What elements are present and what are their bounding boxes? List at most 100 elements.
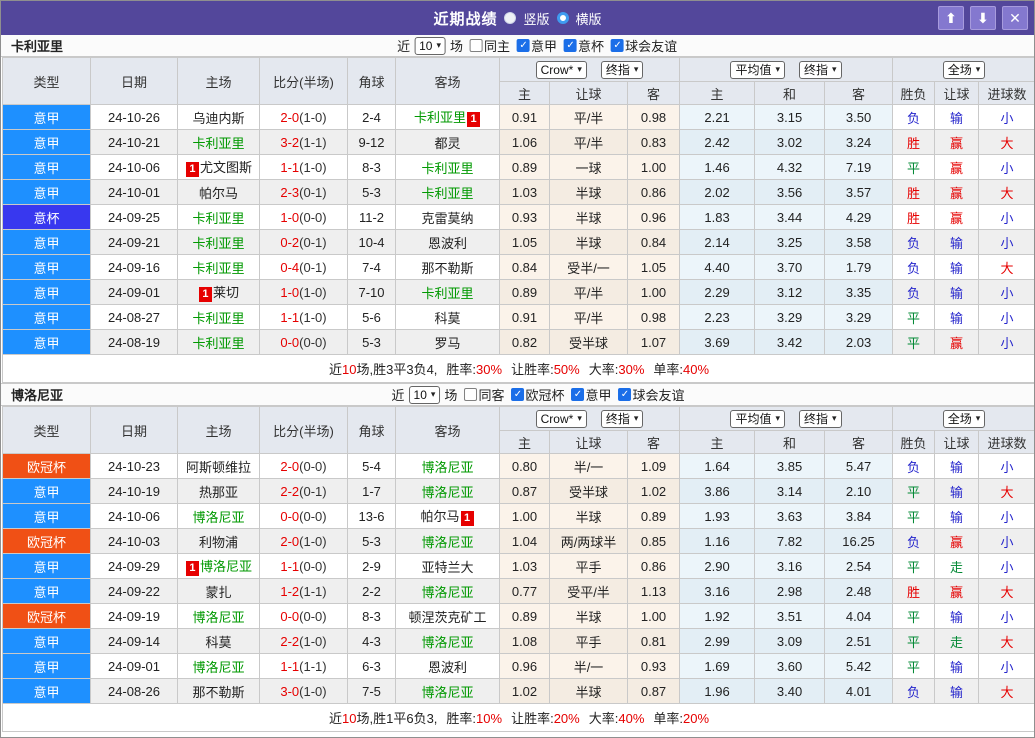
summary-stat-label: 单率: xyxy=(653,711,684,726)
league-checkbox[interactable]: ✓ xyxy=(571,388,585,401)
final-odds-select[interactable]: 终指 ▾ xyxy=(600,60,644,79)
summary-stat-value: 20% xyxy=(553,711,580,726)
col-avg-away: 客 xyxy=(824,81,894,105)
avg-draw-cell: 3.56 xyxy=(754,179,826,205)
summary-stat-value: 50% xyxy=(553,362,580,377)
fullmatch-select[interactable]: 全场 ▾ xyxy=(942,60,986,79)
col-score: 比分(半场) xyxy=(259,57,348,105)
avg-away-cell: 2.10 xyxy=(824,478,894,504)
result-handicap-cell: 输 xyxy=(934,453,980,479)
average-select[interactable]: 平均值 ▾ xyxy=(730,60,786,79)
crow-odds-select[interactable]: Crow* ▾ xyxy=(535,409,587,428)
score-cell: 2-0(0-0) xyxy=(259,453,348,479)
same-venue-label: 同客 xyxy=(478,388,505,403)
result-goals-cell: 小 xyxy=(978,104,1034,130)
result-handicap-cell: 赢 xyxy=(934,129,980,155)
handicap-cell: 半球 xyxy=(549,678,628,704)
horizontal-layout-radio[interactable] xyxy=(556,12,569,24)
home-team-cell: 利物浦 xyxy=(177,528,260,554)
average-select[interactable]: 平均值 ▾ xyxy=(730,409,786,428)
chevron-down-icon: ▾ xyxy=(975,64,981,74)
final-odds-select[interactable]: 终指 ▾ xyxy=(600,409,644,428)
team-name-text: 克雷莫纳 xyxy=(421,210,474,226)
horizontal-layout-label[interactable]: 横版 xyxy=(576,9,602,28)
fulltime-score: 0-0 xyxy=(280,608,300,624)
chevron-down-icon: ▾ xyxy=(832,413,837,423)
date-cell: 24-09-01 xyxy=(90,279,178,305)
match-row: 意杯 24-09-25 卡利亚里 1-0(0-0) 11-2 克雷莫纳 0.93 半球 0.96… xyxy=(2,204,1034,230)
match-row: 意甲 24-10-21 卡利亚里 3-2(1-1) 9-12 都灵 1.06 平/半 0.83 2… xyxy=(2,129,1034,155)
match-row: 意甲 24-09-29 1 博洛尼亚 1-1(0-0) 2-9 亚特兰大 1.03 平手 0.86… xyxy=(2,553,1034,579)
league-checkbox[interactable]: ✓ xyxy=(564,39,578,52)
away-odds-cell: 0.96 xyxy=(626,204,681,230)
home-odds-cell: 0.87 xyxy=(499,478,550,504)
avg-home-cell: 1.93 xyxy=(679,503,756,529)
score-cell: 2-3(0-1) xyxy=(259,179,348,205)
corner-cell: 2-9 xyxy=(347,553,396,579)
arrow-down-icon: ⬇ xyxy=(977,9,989,26)
move-up-button[interactable]: ⬆ xyxy=(938,6,964,30)
result-handicap-cell: 赢 xyxy=(934,578,980,604)
halftime-score: (1-0) xyxy=(299,533,327,549)
avg-home-cell: 1.92 xyxy=(679,603,756,629)
home-team-cell: 博洛尼亚 xyxy=(177,503,260,529)
result-handicap-cell: 输 xyxy=(934,229,980,255)
home-odds-cell: 0.96 xyxy=(499,653,550,679)
vertical-layout-radio[interactable] xyxy=(504,12,517,24)
score-cell: 1-1(1-1) xyxy=(259,653,348,679)
home-team-cell: 那不勒斯 xyxy=(177,678,260,704)
score-cell: 0-0(0-0) xyxy=(259,603,348,629)
team-name-text: 罗马 xyxy=(434,335,461,351)
league-label: 欧冠杯 xyxy=(525,388,565,403)
result-handicap-cell: 赢 xyxy=(934,179,980,205)
col-odds-away: 客 xyxy=(626,430,681,454)
avg-final-select[interactable]: 终指 ▾ xyxy=(799,60,842,79)
avg-away-cell: 3.24 xyxy=(824,129,894,155)
home-team-cell: 卡利亚里 xyxy=(177,129,260,155)
result-goals-cell: 大 xyxy=(978,254,1034,280)
away-team-cell: 博洛尼亚 xyxy=(395,678,500,704)
fulltime-score: 1-0 xyxy=(280,284,300,300)
league-checkbox[interactable]: ✓ xyxy=(611,39,625,52)
fullmatch-select[interactable]: 全场 ▾ xyxy=(942,409,986,428)
same-venue-checkbox[interactable] xyxy=(470,39,484,52)
avg-home-cell: 2.21 xyxy=(679,104,756,130)
match-count-select[interactable]: 10 ▾ xyxy=(408,385,441,404)
team-name-text: 科莫 xyxy=(205,634,232,650)
home-team-cell: 博洛尼亚 xyxy=(177,603,260,629)
close-button[interactable]: ✕ xyxy=(1002,6,1028,30)
home-team-cell: 卡利亚里 xyxy=(177,229,260,255)
halftime-score: (0-1) xyxy=(299,184,327,200)
team-name-text: 利物浦 xyxy=(198,534,238,550)
move-down-button[interactable]: ⬇ xyxy=(970,6,996,30)
away-team-cell: 恩波利 xyxy=(395,229,500,255)
result-goals-cell: 小 xyxy=(978,304,1034,330)
league-type-cell: 欧冠杯 xyxy=(2,528,91,554)
home-team-cell: 1 尤文图斯 xyxy=(177,154,260,180)
league-checkbox[interactable]: ✓ xyxy=(517,39,531,52)
team-name-text: 博洛尼亚 xyxy=(421,584,474,600)
team-name-text: 博洛尼亚 xyxy=(421,484,474,500)
same-venue-checkbox[interactable] xyxy=(464,388,478,401)
vertical-layout-label[interactable]: 竖版 xyxy=(523,9,549,28)
handicap-cell: 平手 xyxy=(549,628,628,654)
team-name-text: 帕尔马 xyxy=(420,509,460,525)
league-checkbox[interactable]: ✓ xyxy=(618,388,632,401)
chevron-down-icon: ▾ xyxy=(775,413,781,423)
match-row: 意甲 24-09-01 1 莱切 1-0(1-0) 7-10 卡利亚里 0.89 平/半 1.00… xyxy=(2,279,1034,305)
date-cell: 24-10-06 xyxy=(90,503,178,529)
league-checkbox[interactable]: ✓ xyxy=(511,388,525,401)
crow-odds-select[interactable]: Crow* ▾ xyxy=(535,60,587,79)
avg-draw-cell: 3.42 xyxy=(754,329,826,355)
avg-away-cell: 4.04 xyxy=(824,603,894,629)
fulltime-score: 0-4 xyxy=(280,259,300,275)
date-cell: 24-10-21 xyxy=(90,129,178,155)
away-odds-cell: 0.89 xyxy=(626,503,681,529)
avg-final-select[interactable]: 终指 ▾ xyxy=(799,409,842,428)
fulltime-score: 1-1 xyxy=(280,309,300,325)
match-count-select[interactable]: 10 ▾ xyxy=(414,36,447,55)
col-avg-draw: 和 xyxy=(754,430,826,454)
avg-draw-cell: 3.02 xyxy=(754,129,826,155)
handicap-cell: 两/两球半 xyxy=(549,528,628,554)
corner-cell: 11-2 xyxy=(347,204,396,230)
